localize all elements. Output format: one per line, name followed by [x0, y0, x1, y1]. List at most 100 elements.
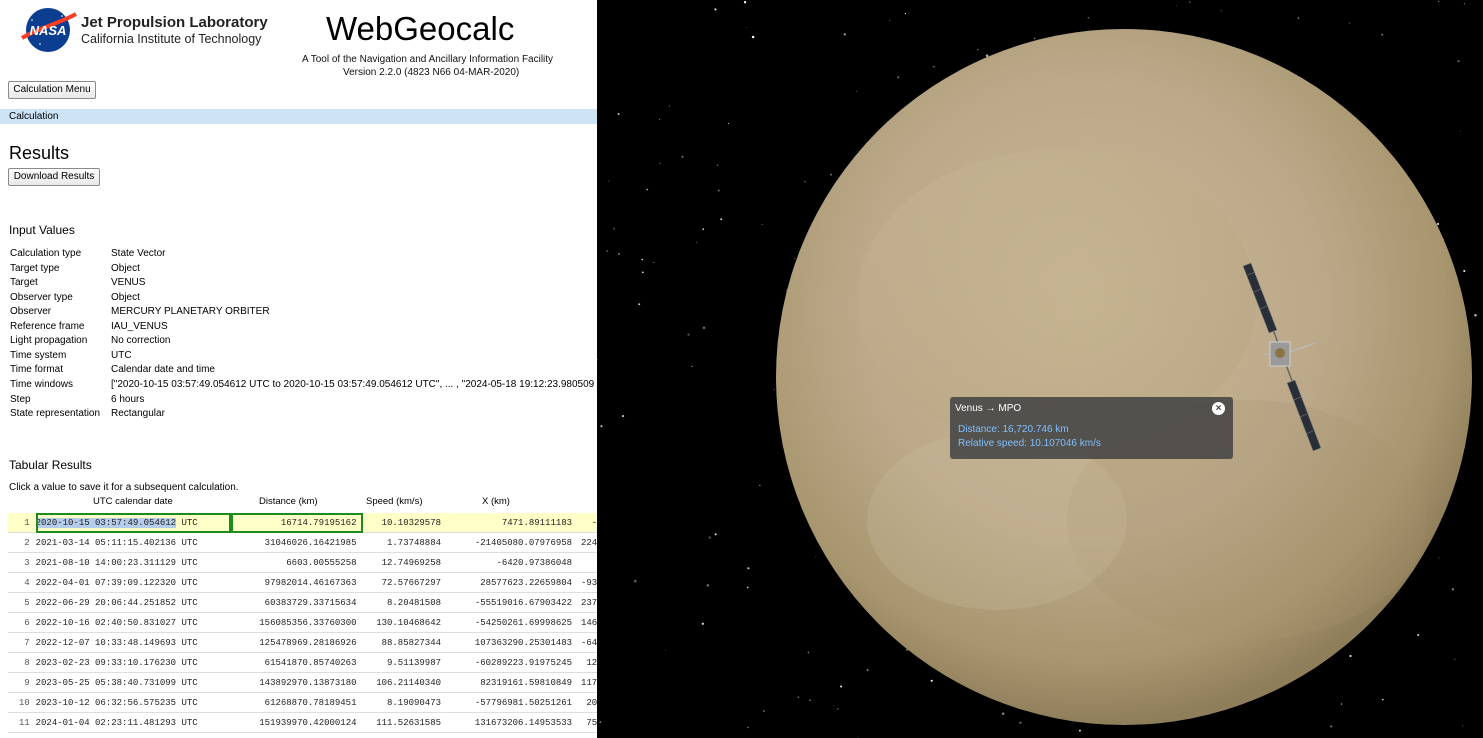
download-results-button[interactable]: Download Results	[8, 168, 100, 186]
star	[1220, 10, 1222, 12]
input-value: State Vector	[111, 248, 166, 259]
star	[664, 649, 666, 651]
cell-date[interactable]: 2021-03-14 05:11:15.402136 UTC	[36, 533, 231, 553]
cell-distance[interactable]: 31046026.16421985	[231, 533, 363, 553]
cell-speed[interactable]: 9.51139987	[363, 653, 448, 673]
row-index: 10	[18, 697, 30, 708]
cell-date-value[interactable]: 2023-10-12 06:32:56.575235	[36, 698, 176, 708]
cell-x[interactable]: 82319161.59810849	[447, 673, 578, 693]
cell-date-value[interactable]: 2022-12-07 10:33:48.149693	[36, 638, 176, 648]
cell-distance[interactable]: 156085356.33760300	[231, 613, 363, 633]
star	[857, 736, 859, 738]
cell-date[interactable]: 2020-10-15 03:57:49.054612 UTC	[35, 513, 231, 533]
cell-x[interactable]: -60289223.91975245	[447, 653, 578, 673]
cell-date-value[interactable]: 2022-10-16 02:40:50.831027	[36, 618, 176, 628]
cell-date[interactable]: 2024-01-04 02:23:11.481293 UTC	[36, 713, 231, 733]
cell-speed[interactable]: 8.19090473	[363, 693, 448, 713]
star	[763, 710, 765, 712]
star	[840, 685, 843, 688]
cell-y[interactable]: -12	[578, 513, 597, 533]
cell-distance[interactable]: 60797899.56921854	[231, 733, 363, 738]
cell-y[interactable]: -9347	[578, 573, 597, 593]
3d-viewer[interactable]: Venus → MPO × Distance: 16,720.746 km Re…	[597, 0, 1483, 738]
cell-speed[interactable]: 1.73748884	[363, 533, 448, 553]
cell-y[interactable]: 1227	[578, 653, 597, 673]
star	[1462, 725, 1464, 727]
cell-x[interactable]: 131673206.14953533	[447, 713, 578, 733]
cell-distance[interactable]: 97982014.46167363	[231, 573, 363, 593]
cell-distance[interactable]: 143892970.13873180	[231, 673, 363, 693]
cell-x[interactable]: -21405080.07976958	[447, 533, 578, 553]
cell-speed[interactable]: 10.10329578	[363, 513, 448, 533]
cell-date-value[interactable]: 2020-10-15 03:57:49.054612	[35, 517, 177, 528]
cell-distance[interactable]: 60383729.33715634	[231, 593, 363, 613]
star	[1463, 269, 1466, 273]
cell-x[interactable]: -55519016.67903422	[447, 593, 578, 613]
cell-distance[interactable]: 6603.00555258	[231, 553, 363, 573]
cell-date[interactable]: 2022-10-16 02:40:50.831027 UTC	[36, 613, 231, 633]
input-key: Time format	[10, 364, 63, 376]
cell-date[interactable]: 2022-12-07 10:33:48.149693 UTC	[36, 633, 231, 653]
cell-date-value[interactable]: 2021-08-10 14:00:23.311129	[36, 558, 176, 568]
cell-speed[interactable]: 12.74969258	[363, 553, 448, 573]
close-icon[interactable]: ×	[1212, 402, 1225, 415]
input-value: No correction	[111, 335, 171, 347]
cell-date[interactable]: 2023-05-25 05:38:40.731099 UTC	[36, 673, 231, 693]
table-row: 11 2024-01-04 02:23:11.481293 UTC 15193997…	[8, 713, 597, 733]
star	[720, 218, 723, 221]
cell-x[interactable]: -57796981.50251261	[447, 693, 578, 713]
cell-y[interactable]	[578, 553, 597, 573]
cell-distance[interactable]: 16714.79195162	[230, 513, 363, 533]
cell-date-value[interactable]: 2022-06-29 20:06:44.251852	[36, 598, 176, 608]
cell-y[interactable]: -6464	[578, 633, 597, 653]
cell-x[interactable]: -6420.97386048	[447, 553, 578, 573]
cell-speed[interactable]: 111.52631585	[363, 713, 448, 733]
cell-date[interactable]: 2024-05-18 19:12:23.980509 UTC	[36, 733, 231, 738]
cell-speed[interactable]: 7.58136404	[363, 733, 448, 738]
cell-distance[interactable]: 61541870.85740263	[231, 653, 363, 673]
star	[1340, 703, 1343, 705]
cell-y[interactable]: 22440	[578, 533, 597, 553]
cell-date[interactable]: 2022-04-01 07:39:09.122320 UTC	[36, 573, 231, 593]
star	[807, 651, 810, 654]
cell-distance[interactable]: 61268870.78189451	[231, 693, 363, 713]
cell-x[interactable]: 107363290.25301483	[447, 633, 578, 653]
cell-date[interactable]: 2023-10-12 06:32:56.575235 UTC	[36, 693, 231, 713]
star	[746, 586, 749, 589]
cell-speed[interactable]: 8.20481508	[363, 593, 448, 613]
star	[985, 54, 989, 57]
star	[743, 1, 747, 4]
cell-date-value[interactable]: 2021-03-14 05:11:15.402136	[36, 538, 176, 548]
input-value: Object	[111, 291, 140, 303]
cell-y[interactable]: 11737	[578, 673, 597, 693]
star	[747, 567, 750, 570]
cell-x[interactable]: -29442325.71042788	[447, 733, 578, 738]
cell-date[interactable]: 2023-02-23 09:33:10.176230 UTC	[36, 653, 231, 673]
cell-y[interactable]: 7501	[578, 713, 597, 733]
cell-y[interactable]: 14604	[578, 613, 597, 633]
cell-y[interactable]: 23730	[578, 593, 597, 613]
cell-date-utc: UTC	[181, 577, 198, 588]
cell-distance[interactable]: 125478969.28186926	[231, 633, 363, 653]
cell-speed[interactable]: 130.10468642	[363, 613, 448, 633]
cell-speed[interactable]: 72.57667297	[363, 573, 448, 593]
cell-date[interactable]: 2022-06-29 20:06:44.251852 UTC	[36, 593, 231, 613]
cell-date[interactable]: 2021-08-10 14:00:23.311129 UTC	[36, 553, 231, 573]
cell-x[interactable]: -54250261.69998625	[447, 613, 578, 633]
cell-x[interactable]: 28577623.22659804	[447, 573, 578, 593]
row-index: 3	[24, 557, 30, 568]
input-value: MERCURY PLANETARY ORBITER	[111, 306, 270, 318]
cell-date-value[interactable]: 2023-05-25 05:38:40.731099	[36, 678, 176, 688]
cell-date-value[interactable]: 2022-04-01 07:39:09.122320	[36, 578, 176, 588]
cell-date-value[interactable]: 2024-01-04 02:23:11.481293	[36, 718, 176, 728]
star	[617, 112, 620, 116]
cell-y[interactable]: 5317	[578, 733, 597, 738]
cell-distance[interactable]: 151939970.42000124	[231, 713, 363, 733]
cell-speed[interactable]: 106.21140340	[363, 673, 448, 693]
cell-x[interactable]: 7471.89111183	[447, 513, 578, 533]
star	[681, 155, 684, 158]
cell-y[interactable]: 2029	[578, 693, 597, 713]
cell-date-value[interactable]: 2023-02-23 09:33:10.176230	[36, 658, 176, 668]
cell-speed[interactable]: 88.85827344	[363, 633, 448, 653]
calculation-menu-button[interactable]: Calculation Menu	[8, 81, 96, 99]
